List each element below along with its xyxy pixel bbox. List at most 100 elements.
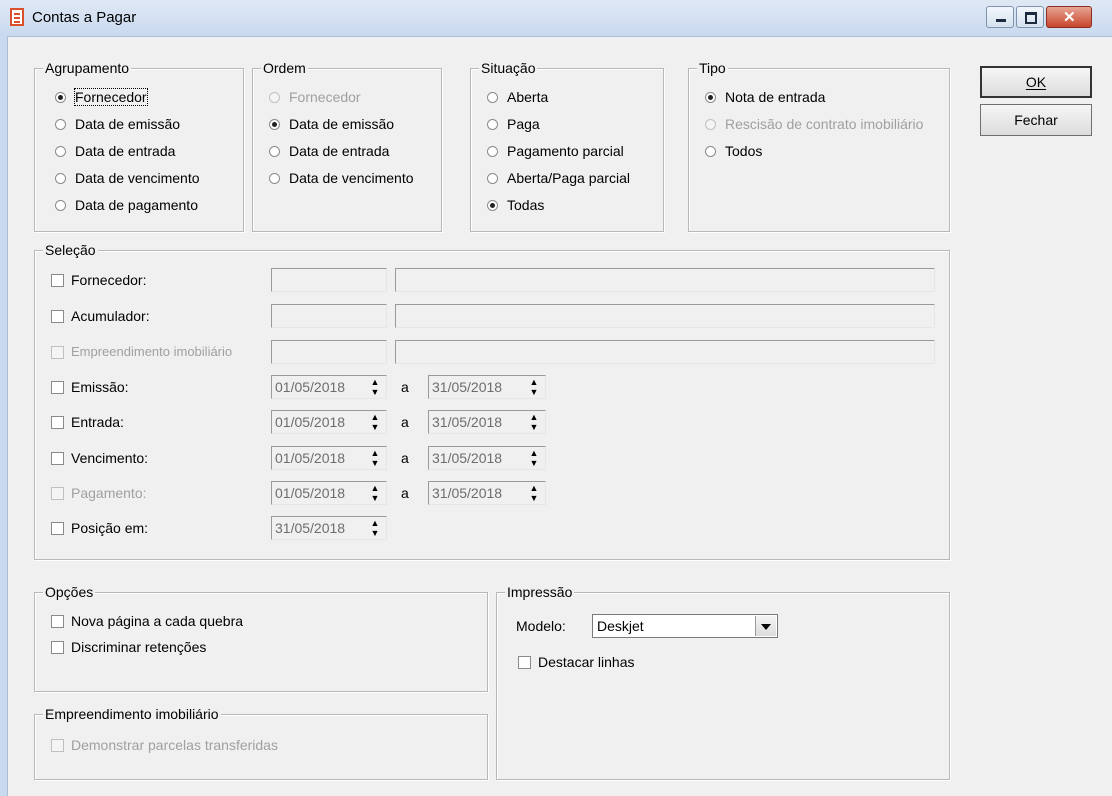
situacao-group: Situação Aberta Paga Pagamento parcial A… bbox=[470, 60, 664, 232]
modelo-select[interactable]: Deskjet bbox=[592, 614, 778, 638]
acumulador-name-field[interactable] bbox=[395, 304, 935, 328]
radio-label: Data de emissão bbox=[289, 116, 395, 132]
date-spinner[interactable]: ▲ ▼ bbox=[523, 377, 545, 397]
checkbox-box bbox=[51, 346, 64, 359]
agrupamento-title: Agrupamento bbox=[43, 60, 132, 76]
radio-label: Rescisão de contrato imobiliário bbox=[725, 116, 924, 132]
radio-indicator bbox=[55, 173, 66, 184]
entrada-to-date[interactable]: 31/05/2018 ▲ ▼ bbox=[428, 410, 546, 434]
date-spinner[interactable]: ▲ ▼ bbox=[364, 483, 386, 503]
checkbox-label: Fornecedor: bbox=[71, 272, 147, 288]
date-value: 31/05/2018 bbox=[432, 379, 503, 395]
agrupamento-group: Agrupamento Fornecedor Data de emissão D… bbox=[34, 60, 244, 232]
chevron-down-icon[interactable] bbox=[755, 616, 776, 636]
modelo-value: Deskjet bbox=[597, 618, 644, 634]
spin-up-icon: ▲ bbox=[529, 448, 539, 458]
radio-indicator bbox=[487, 173, 498, 184]
date-spinner[interactable]: ▲ ▼ bbox=[364, 412, 386, 432]
title-bar: Contas a Pagar bbox=[0, 0, 1112, 37]
radio-label: Data de entrada bbox=[75, 143, 176, 159]
checkbox-box bbox=[51, 739, 64, 752]
pagamento-from-date[interactable]: 01/05/2018 ▲ ▼ bbox=[271, 481, 387, 505]
radio-label: Aberta bbox=[507, 89, 549, 105]
radio-label: Data de vencimento bbox=[289, 170, 414, 186]
empreendimento-code-field[interactable] bbox=[271, 340, 387, 364]
checkbox-box bbox=[51, 416, 64, 429]
entrada-from-date[interactable]: 01/05/2018 ▲ ▼ bbox=[271, 410, 387, 434]
spin-up-icon: ▲ bbox=[529, 377, 539, 387]
checkbox-box bbox=[51, 452, 64, 465]
checkbox-label: Posição em: bbox=[71, 520, 149, 536]
ordem-group: Ordem Fornecedor Data de emissão Data de… bbox=[252, 60, 442, 232]
acumulador-code-field[interactable] bbox=[271, 304, 387, 328]
radio-indicator bbox=[705, 146, 716, 157]
radio-indicator bbox=[487, 119, 498, 130]
emissao-from-date[interactable]: 01/05/2018 ▲ ▼ bbox=[271, 375, 387, 399]
selecao-group: Seleção Fornecedor: Acumulador: Empreend… bbox=[34, 242, 950, 560]
minimize-button[interactable] bbox=[986, 6, 1014, 28]
radio-indicator bbox=[55, 119, 66, 130]
date-value: 31/05/2018 bbox=[432, 450, 503, 466]
radio-label: Aberta/Paga parcial bbox=[507, 170, 630, 186]
fornecedor-code-field[interactable] bbox=[271, 268, 387, 292]
radio-label: Fornecedor bbox=[289, 89, 361, 105]
checkbox-label: Acumulador: bbox=[71, 308, 150, 324]
date-spinner[interactable]: ▲ ▼ bbox=[364, 518, 386, 538]
range-separator: a bbox=[401, 450, 409, 466]
posicao-date[interactable]: 31/05/2018 ▲ ▼ bbox=[271, 516, 387, 540]
spin-up-icon: ▲ bbox=[370, 377, 380, 387]
spin-up-icon: ▲ bbox=[370, 518, 380, 528]
date-spinner[interactable]: ▲ ▼ bbox=[523, 483, 545, 503]
pagamento-to-date[interactable]: 31/05/2018 ▲ ▼ bbox=[428, 481, 546, 505]
maximize-button[interactable] bbox=[1016, 6, 1044, 28]
close-button[interactable] bbox=[1046, 6, 1092, 28]
date-spinner[interactable]: ▲ ▼ bbox=[523, 448, 545, 468]
vencimento-from-date[interactable]: 01/05/2018 ▲ ▼ bbox=[271, 446, 387, 470]
fornecedor-name-field[interactable] bbox=[395, 268, 935, 292]
spin-up-icon: ▲ bbox=[529, 483, 539, 493]
date-value: 31/05/2018 bbox=[432, 485, 503, 501]
window-frame bbox=[0, 36, 8, 796]
radio-indicator bbox=[269, 119, 280, 130]
emissao-to-date[interactable]: 31/05/2018 ▲ ▼ bbox=[428, 375, 546, 399]
empreendimento-group: Empreendimento imobiliário Demonstrar pa… bbox=[34, 706, 488, 780]
date-spinner[interactable]: ▲ ▼ bbox=[523, 412, 545, 432]
radio-label: Pagamento parcial bbox=[507, 143, 624, 159]
situacao-title: Situação bbox=[479, 60, 538, 76]
radio-indicator bbox=[55, 146, 66, 157]
range-separator: a bbox=[401, 414, 409, 430]
date-value: 01/05/2018 bbox=[275, 485, 346, 501]
modelo-label: Modelo: bbox=[516, 618, 566, 634]
radio-label: Paga bbox=[507, 116, 540, 132]
checkbox-label: Nova página a cada quebra bbox=[71, 613, 244, 629]
radio-label: Data de pagamento bbox=[75, 197, 198, 213]
spin-up-icon: ▲ bbox=[370, 448, 380, 458]
radio-indicator bbox=[269, 92, 280, 103]
fechar-button-label: Fechar bbox=[1014, 112, 1058, 128]
spin-up-icon: ▲ bbox=[370, 483, 380, 493]
checkbox-box bbox=[518, 656, 531, 669]
checkbox-label: Pagamento: bbox=[71, 485, 147, 501]
radio-indicator bbox=[487, 200, 498, 211]
date-value: 01/05/2018 bbox=[275, 414, 346, 430]
date-spinner[interactable]: ▲ ▼ bbox=[364, 377, 386, 397]
date-spinner[interactable]: ▲ ▼ bbox=[364, 448, 386, 468]
radio-label: Todas bbox=[507, 197, 545, 213]
radio-indicator bbox=[55, 200, 66, 211]
checkbox-label: Empreendimento imobiliário bbox=[71, 344, 233, 359]
ok-button[interactable]: OK bbox=[980, 66, 1092, 98]
spin-down-icon: ▼ bbox=[370, 493, 380, 503]
spin-down-icon: ▼ bbox=[370, 528, 380, 538]
checkbox-box bbox=[51, 487, 64, 500]
checkbox-label: Emissão: bbox=[71, 379, 129, 395]
ok-button-label: OK bbox=[1025, 74, 1047, 90]
radio-label: Todos bbox=[725, 143, 763, 159]
spin-up-icon: ▲ bbox=[529, 412, 539, 422]
checkbox-label: Demonstrar parcelas transferidas bbox=[71, 737, 278, 753]
fechar-button[interactable]: Fechar bbox=[980, 104, 1092, 136]
impressao-title: Impressão bbox=[505, 584, 575, 600]
vencimento-to-date[interactable]: 31/05/2018 ▲ ▼ bbox=[428, 446, 546, 470]
checkbox-box bbox=[51, 615, 64, 628]
radio-label: Data de entrada bbox=[289, 143, 390, 159]
empreendimento-name-field[interactable] bbox=[395, 340, 935, 364]
